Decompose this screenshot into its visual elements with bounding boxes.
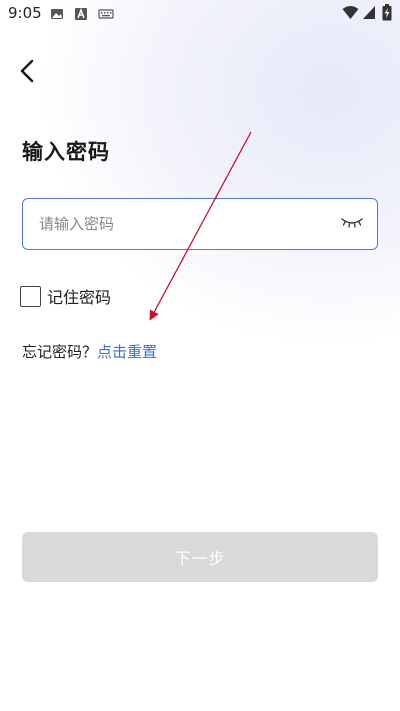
battery-charging-icon	[382, 4, 392, 25]
text-a-icon	[74, 6, 88, 25]
login-password-screen: 9:05 输入密码 记住密码 忘记密码？ 点击重置 下一步	[0, 0, 400, 711]
page-title: 输入密码	[22, 140, 110, 164]
back-button[interactable]	[12, 56, 42, 86]
chevron-left-icon	[20, 59, 34, 83]
remember-password-option[interactable]: 记住密码	[20, 284, 111, 308]
image-icon	[50, 6, 64, 25]
keyboard-icon	[98, 6, 114, 25]
eye-closed-icon	[341, 218, 363, 228]
status-time: 9:05	[8, 4, 42, 22]
next-step-button[interactable]: 下一步	[22, 532, 378, 582]
reset-password-link[interactable]: 点击重置	[97, 341, 157, 362]
remember-password-checkbox[interactable]	[20, 285, 41, 307]
password-field-container[interactable]	[22, 198, 378, 250]
password-visibility-toggle[interactable]	[339, 214, 365, 232]
wifi-icon	[342, 5, 359, 24]
forgot-password-row: 忘记密码？ 点击重置	[22, 341, 157, 362]
signal-icon	[362, 5, 376, 24]
status-bar: 9:05	[0, 0, 400, 28]
password-input[interactable]	[39, 199, 329, 248]
forgot-password-prompt: 忘记密码？	[22, 343, 98, 361]
remember-password-label: 记住密码	[47, 288, 112, 307]
